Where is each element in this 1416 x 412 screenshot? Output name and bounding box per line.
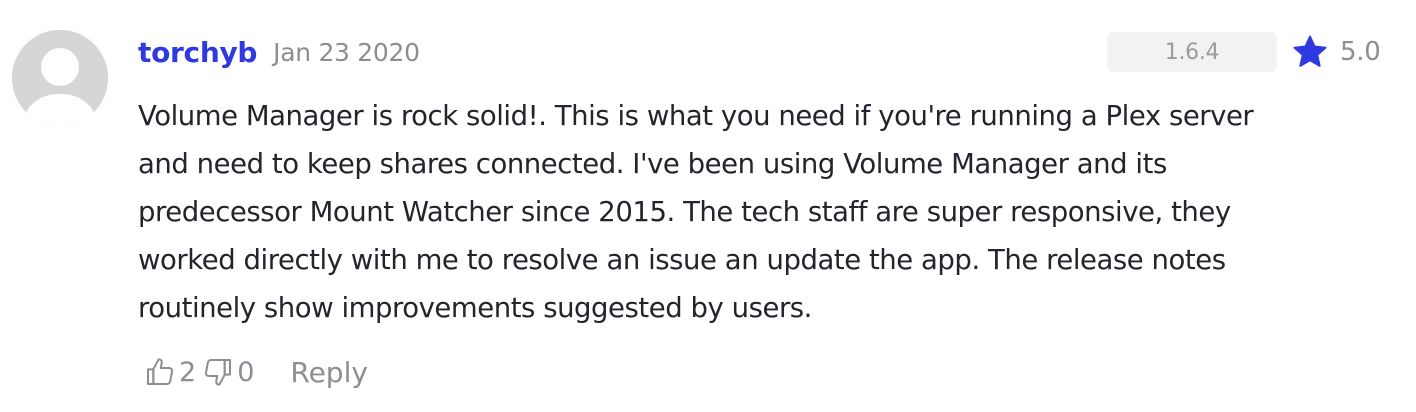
upvote-count: 2: [179, 356, 197, 388]
rating-value: 5.0: [1340, 37, 1381, 67]
star-icon: [1293, 35, 1327, 67]
downvote-count: 0: [237, 356, 255, 388]
user-silhouette-icon: [12, 30, 108, 126]
rating: 5.0: [1292, 30, 1381, 74]
review-body-line: Volume Manager is rock solid!. This is w…: [138, 100, 1254, 132]
downvote-button[interactable]: 0: [202, 356, 254, 388]
review-body-line: routinely show improvements suggested by…: [138, 292, 812, 324]
username-link[interactable]: torchyb: [138, 36, 257, 69]
review-body-line: and need to keep shares connected. I've …: [138, 148, 1167, 180]
review-body: Volume Manager is rock solid!. This is w…: [138, 92, 1368, 332]
reply-button[interactable]: Reply: [290, 356, 368, 389]
upvote-button[interactable]: 2: [144, 356, 196, 388]
review-card: torchyb Jan 23 2020 1.6.4 5.0 Volume Man…: [0, 0, 1416, 412]
avatar[interactable]: [12, 30, 108, 126]
version-badge: 1.6.4: [1107, 32, 1277, 72]
thumbs-down-icon: [205, 359, 232, 386]
review-body-line: worked directly with me to resolve an is…: [138, 244, 1226, 276]
review-date: Jan 23 2020: [273, 37, 420, 67]
review-header: torchyb Jan 23 2020: [138, 30, 420, 74]
thumbs-up-icon: [147, 358, 174, 385]
review-body-line: predecessor Mount Watcher since 2015. Th…: [138, 196, 1231, 228]
review-actions: 2 0 Reply: [144, 350, 368, 394]
